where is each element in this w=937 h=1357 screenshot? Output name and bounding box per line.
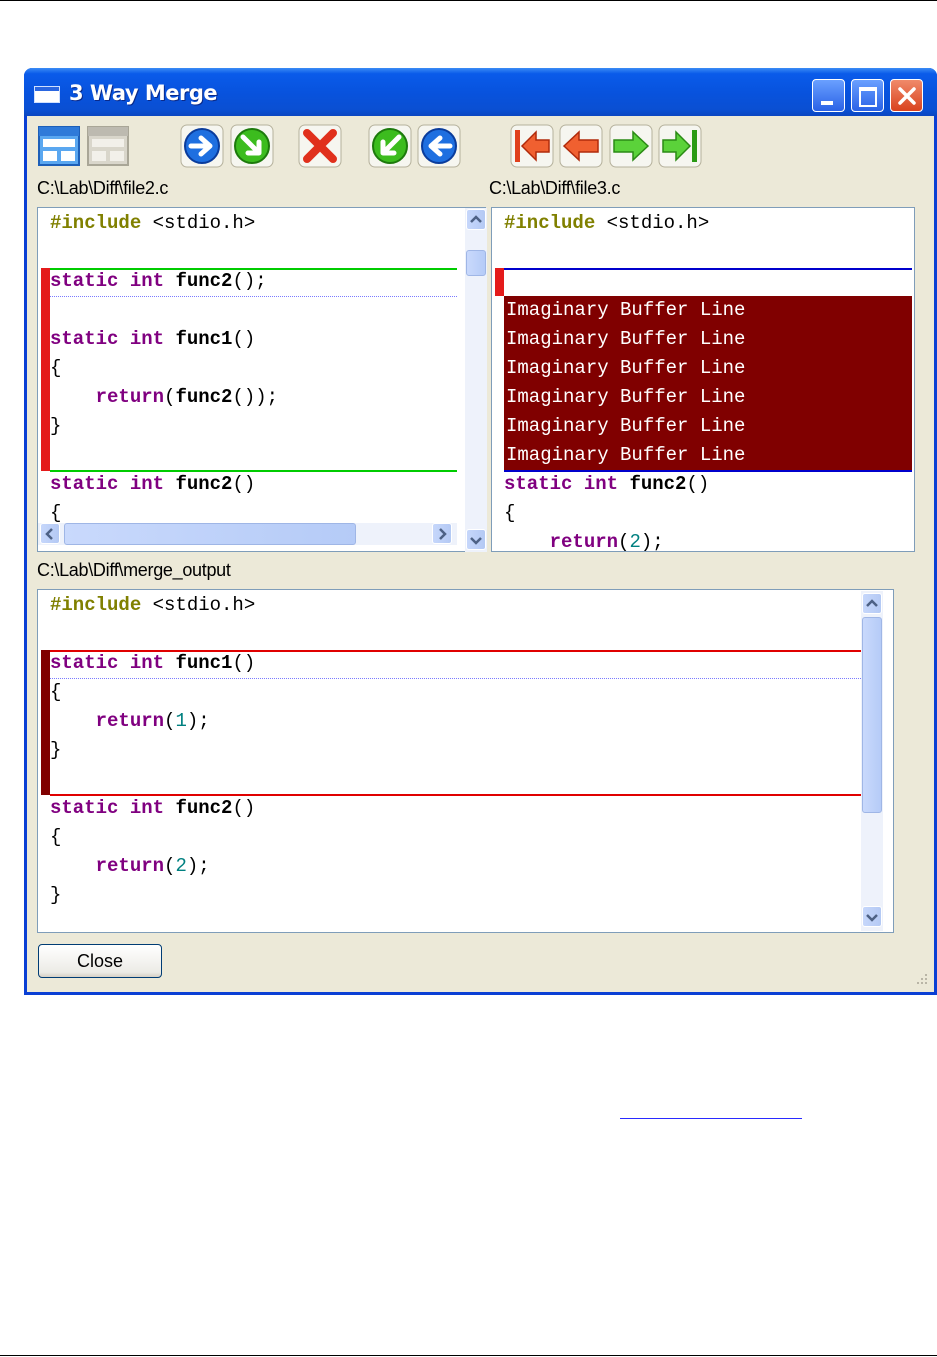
right-change-margin: [495, 268, 504, 296]
output-line-8: static int func2(): [50, 797, 256, 819]
last-diff-icon[interactable]: [658, 124, 702, 168]
shared-vertical-scrollbar[interactable]: [465, 208, 487, 552]
chevron-left-icon: [45, 528, 53, 540]
window-icon: [34, 86, 60, 103]
imaginary-line: Imaginary Buffer Line: [506, 299, 746, 321]
right-line-1: #include <stdio.h>: [504, 212, 710, 234]
resize-grip-icon[interactable]: [915, 972, 929, 986]
merge-window: 3 Way Merge C:\Lab\Diff\file2.c C:\Lab\D…: [24, 68, 937, 995]
imaginary-line: Imaginary Buffer Line: [506, 386, 746, 408]
left-line-10: static int func2(): [50, 473, 256, 495]
left-line-6: {: [50, 357, 62, 379]
output-scroll-down-button[interactable]: [862, 906, 882, 927]
scroll-down-button[interactable]: [466, 529, 486, 550]
left-file-path: C:\Lab\Diff\file2.c: [37, 178, 169, 198]
chevron-down-icon: [866, 914, 878, 922]
output-vertical-scrollbar[interactable]: [861, 591, 883, 931]
left-line-5: static int func1(): [50, 328, 256, 350]
scroll-up-button[interactable]: [466, 209, 486, 230]
output-line-4: {: [50, 681, 62, 703]
output-vertical-thumb[interactable]: [862, 617, 882, 813]
arrow-left-blue-icon[interactable]: [417, 124, 461, 168]
right-line-func2: static int func2(): [504, 473, 710, 495]
imaginary-line: Imaginary Buffer Line: [506, 328, 746, 350]
output-line-11: }: [50, 884, 62, 906]
previous-diff-icon[interactable]: [559, 124, 603, 168]
output-line-1: #include <stdio.h>: [50, 594, 256, 616]
minimize-button[interactable]: [812, 79, 845, 112]
title-bar[interactable]: 3 Way Merge: [24, 68, 937, 116]
first-diff-icon[interactable]: [510, 124, 554, 168]
maximize-button[interactable]: [851, 79, 884, 112]
imaginary-line: Imaginary Buffer Line: [506, 415, 746, 437]
right-line-brace: {: [504, 502, 516, 524]
scroll-left-button[interactable]: [40, 523, 60, 544]
imaginary-line: Imaginary Buffer Line: [506, 444, 746, 466]
merge-output-pane[interactable]: #include <stdio.h> static int func1() { …: [37, 589, 894, 933]
arrow-down-left-green-icon[interactable]: [368, 124, 412, 168]
arrow-right-blue-icon[interactable]: [180, 124, 224, 168]
chevron-down-icon: [470, 537, 482, 545]
output-line-9: {: [50, 826, 62, 848]
chevron-up-icon: [866, 599, 878, 607]
layout-horizontal-icon[interactable]: [37, 124, 81, 168]
left-line-3: static int func2();: [50, 270, 267, 292]
left-dotted-separator: [50, 296, 457, 297]
output-line-5: return(1);: [95, 710, 210, 732]
left-line-1: #include <stdio.h>: [50, 212, 256, 234]
imaginary-line: Imaginary Buffer Line: [506, 357, 746, 379]
layout-vertical-icon[interactable]: [86, 124, 130, 168]
page-top-rule: [0, 0, 937, 1]
output-line-6: }: [50, 739, 62, 761]
scroll-right-button[interactable]: [432, 523, 452, 544]
left-line-8: }: [50, 415, 62, 437]
page-bottom-rule: [0, 1355, 937, 1356]
hyperlink-underline[interactable]: [620, 1118, 802, 1119]
window-client-area: C:\Lab\Diff\file2.c C:\Lab\Diff\file3.c …: [27, 116, 934, 992]
output-line-10: return(2);: [95, 855, 210, 877]
left-change-margin: [41, 268, 50, 471]
close-button[interactable]: Close: [38, 944, 162, 978]
left-code-pane[interactable]: #include <stdio.h> static int func2(); s…: [37, 207, 486, 552]
delete-red-x-icon[interactable]: [298, 124, 342, 168]
close-window-button[interactable]: [890, 79, 923, 112]
left-horizontal-scrollbar[interactable]: [38, 523, 457, 545]
right-line-return: return(2);: [549, 531, 664, 552]
output-scroll-up-button[interactable]: [862, 593, 882, 614]
right-file-path: C:\Lab\Diff\file3.c: [489, 178, 621, 198]
left-horizontal-thumb[interactable]: [64, 523, 356, 545]
next-diff-icon[interactable]: [609, 124, 653, 168]
right-removed-top-line: [504, 268, 912, 270]
shared-vertical-thumb[interactable]: [466, 250, 486, 276]
arrow-down-right-green-icon[interactable]: [230, 124, 274, 168]
output-file-path: C:\Lab\Diff\merge_output: [37, 560, 231, 580]
chevron-right-icon: [439, 528, 447, 540]
chevron-up-icon: [470, 215, 482, 223]
right-code-pane[interactable]: #include <stdio.h> Imaginary Buffer Line…: [491, 207, 915, 552]
output-conflict-margin: [41, 650, 50, 795]
left-line-7: return(func2());: [95, 386, 279, 408]
output-line-3: static int func1(): [50, 652, 256, 674]
window-title: 3 Way Merge: [69, 81, 218, 105]
close-icon: [898, 87, 916, 105]
